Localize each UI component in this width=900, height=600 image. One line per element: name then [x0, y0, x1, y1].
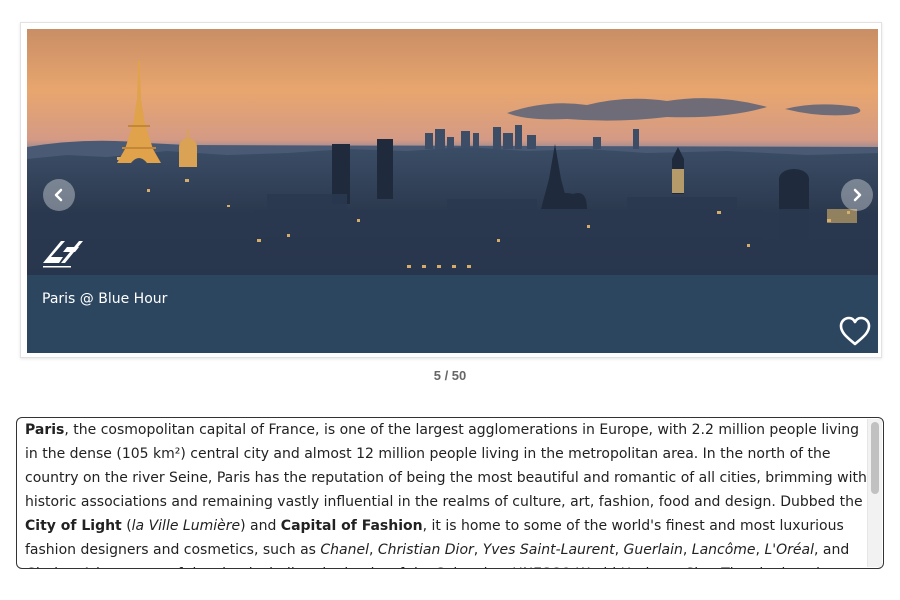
- description-segment: Guerlain: [623, 542, 683, 558]
- gallery-card: Paris @ Blue Hour: [20, 22, 882, 358]
- gallery-next-button[interactable]: [841, 179, 873, 211]
- caption-bar: Paris @ Blue Hour: [27, 275, 878, 353]
- description-segment: Yves Saint-Laurent: [482, 542, 615, 558]
- description-segment: ,: [682, 542, 692, 558]
- description-segment: Chanel: [320, 542, 369, 558]
- chevron-right-icon: [853, 188, 862, 202]
- description-segment: Lancôme: [691, 542, 756, 558]
- description-segment: . A large part of the city, including th…: [25, 566, 834, 568]
- photo-caption: Paris @ Blue Hour: [42, 291, 168, 307]
- description-segment: ,: [369, 542, 378, 558]
- gallery-photo[interactable]: [27, 29, 878, 275]
- description-text: Paris, the cosmopolitan capital of Franc…: [25, 418, 870, 568]
- description-segment: Christian Dior: [377, 542, 474, 558]
- description-segment: Capital of Fashion: [280, 518, 423, 534]
- description-segment: , the cosmopolitan capital of France, is…: [25, 422, 867, 510]
- description-segment: ) and: [240, 518, 281, 534]
- chevron-left-icon: [54, 188, 63, 202]
- slide-counter: 5 / 50: [433, 368, 467, 383]
- description-box[interactable]: Paris, the cosmopolitan capital of Franc…: [16, 417, 884, 569]
- description-segment: (: [121, 518, 132, 534]
- description-segment: ,: [614, 542, 624, 558]
- scrollbar-thumb[interactable]: [871, 422, 879, 494]
- description-segment: ,: [473, 542, 483, 558]
- description-segment: City of Light: [25, 518, 122, 534]
- paris-skyline-image: [27, 29, 878, 275]
- description-segment: Paris: [25, 422, 65, 438]
- description-segment: , and: [813, 542, 850, 558]
- description-segment: Clarins: [25, 566, 73, 568]
- heart-outline-icon[interactable]: [838, 315, 872, 347]
- description-segment: la Ville Lumière: [131, 518, 241, 534]
- photographer-logo: [43, 241, 83, 268]
- description-segment: L'Oréal: [764, 542, 814, 558]
- description-scrollbar[interactable]: [867, 419, 882, 567]
- gallery-prev-button[interactable]: [43, 179, 75, 211]
